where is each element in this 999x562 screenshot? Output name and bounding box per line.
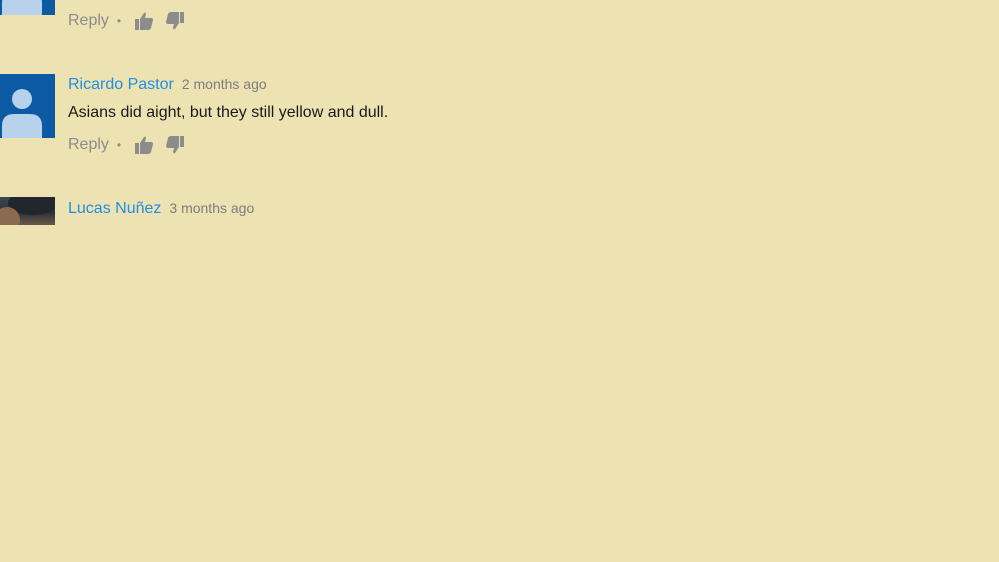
commenter-avatar[interactable] — [0, 74, 55, 138]
thumbs-up-icon — [135, 12, 154, 30]
comment-header: Lucas Nuñez 3 months ago — [68, 200, 254, 218]
commenter-avatar[interactable] — [0, 0, 55, 15]
user-photo-avatar[interactable] — [0, 197, 55, 225]
thumbs-down-icon — [166, 136, 185, 154]
default-avatar-icon — [0, 0, 55, 15]
thumbs-down-icon — [166, 12, 185, 30]
comment-text: Asians did aight, but they still yellow … — [68, 104, 389, 121]
comment-actions: Reply • — [68, 134, 195, 156]
like-button[interactable] — [133, 134, 155, 156]
thumbs-up-icon — [135, 136, 154, 154]
reply-button[interactable]: Reply — [68, 12, 109, 30]
separator-dot: • — [116, 14, 122, 28]
default-avatar-icon — [0, 74, 55, 138]
separator-dot: • — [116, 138, 122, 152]
comment-actions: Reply • — [68, 10, 195, 32]
comment-timestamp[interactable]: 3 months ago — [169, 200, 254, 216]
reply-button[interactable]: Reply — [68, 136, 109, 154]
author-name-link[interactable]: Ricardo Pastor — [68, 76, 174, 94]
comment-timestamp[interactable]: 2 months ago — [182, 76, 267, 92]
author-name-link[interactable]: Lucas Nuñez — [68, 200, 161, 218]
dislike-button[interactable] — [164, 134, 186, 156]
dislike-button[interactable] — [164, 10, 186, 32]
comment-header: Ricardo Pastor 2 months ago — [68, 76, 267, 94]
like-button[interactable] — [133, 10, 155, 32]
